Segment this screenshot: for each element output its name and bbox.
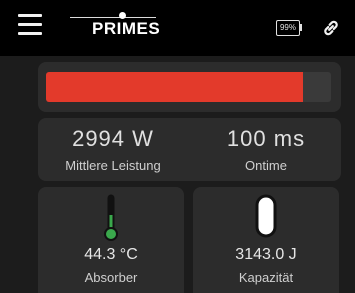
app-header: PRIMES 99% (0, 0, 355, 56)
thermometer-icon (104, 194, 118, 241)
battery-icon: 99% (276, 20, 302, 36)
absorber-temperature: 44.3 °C (84, 246, 138, 263)
capacity-tile[interactable]: 3143.0 J Kapazität (193, 187, 339, 293)
mean-power-label: Mittlere Leistung (65, 158, 161, 173)
primes-logo: PRIMES (70, 11, 180, 41)
menu-icon[interactable] (18, 14, 42, 36)
power-progress-bar (46, 72, 331, 102)
power-progress-fill (46, 72, 303, 102)
capacity-label: Kapazität (238, 270, 294, 285)
absorber-label: Absorber (84, 270, 138, 285)
capacity-icon (255, 194, 277, 238)
stats-card: 2994 W Mittlere Leistung 100 ms Ontime (38, 118, 341, 181)
power-bar-card (38, 62, 341, 112)
ontime-value: 100 ms (226, 126, 306, 151)
logo-text: PRIMES (92, 19, 161, 38)
absorber-tile[interactable]: 44.3 °C Absorber (38, 187, 184, 293)
mean-power-value: 2994 W (72, 126, 154, 151)
ontime-label: Ontime (245, 158, 287, 173)
battery-level: 99% (279, 23, 296, 32)
capacity-energy: 3143.0 J (235, 246, 297, 263)
link-icon[interactable] (320, 17, 342, 39)
